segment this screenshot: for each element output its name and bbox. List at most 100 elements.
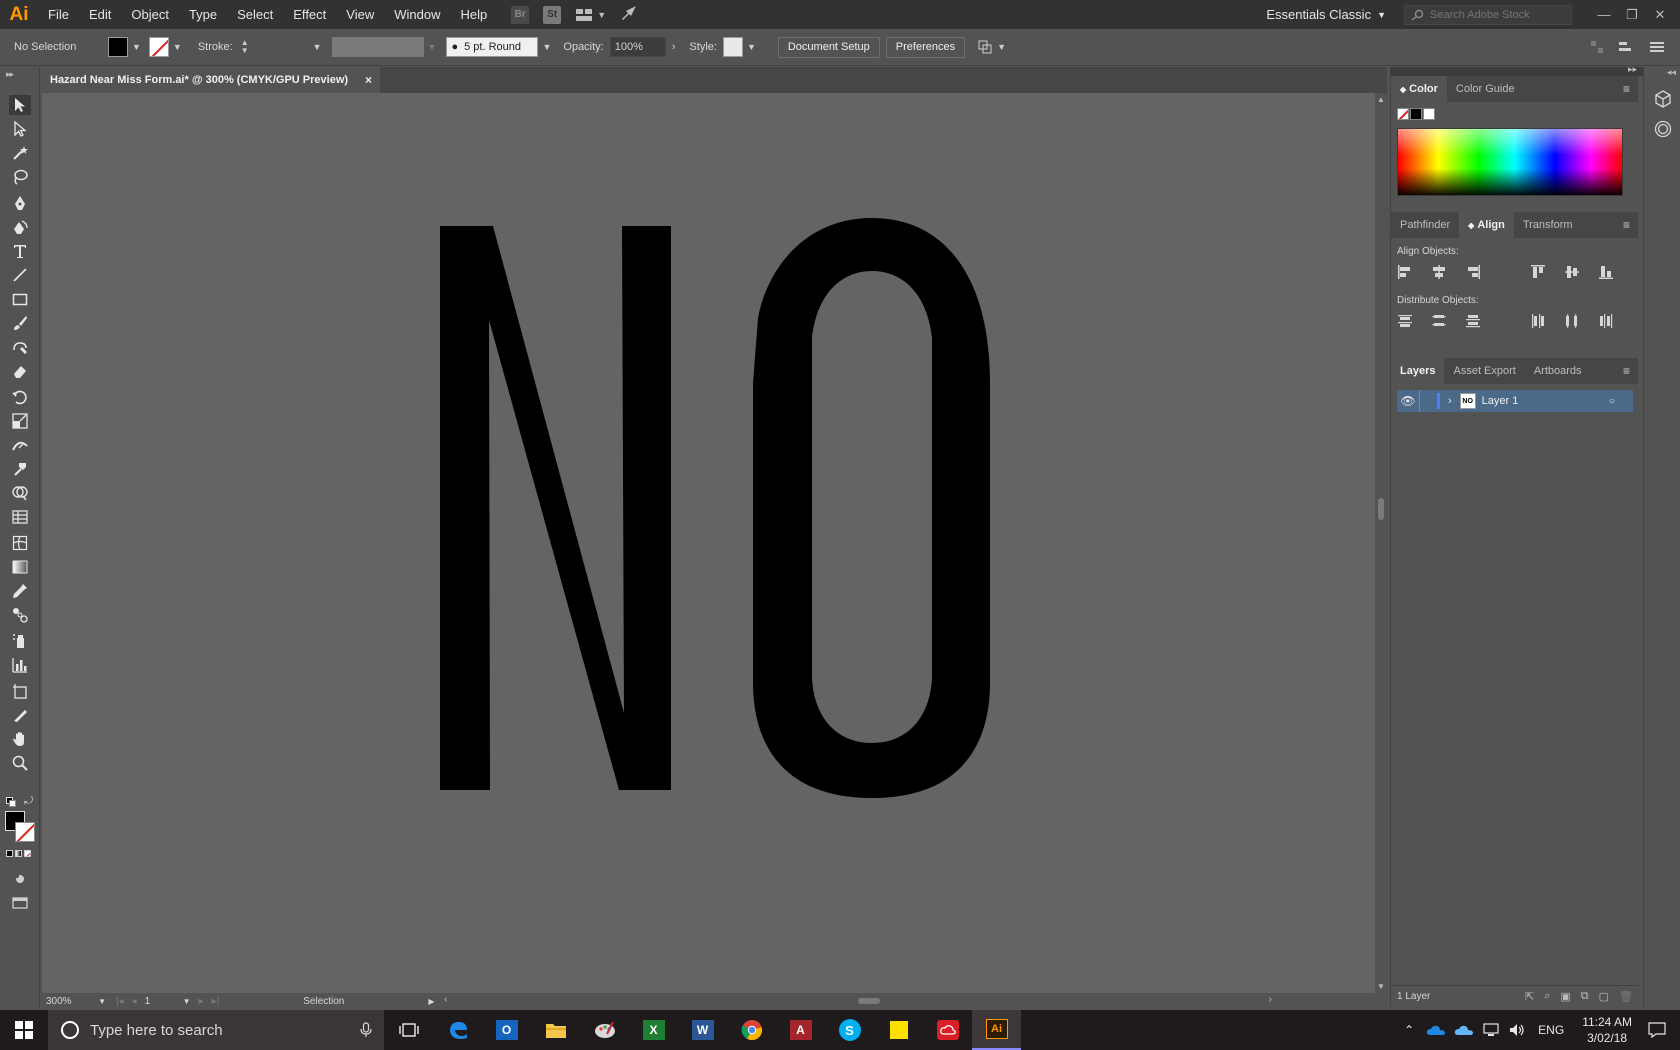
stroke-weight-stepper[interactable]: ▲ ▼ (241, 39, 249, 55)
chevron-right-icon[interactable]: › (672, 41, 676, 53)
black-swatch[interactable] (1410, 108, 1422, 120)
rotate-tool-icon[interactable] (9, 387, 31, 407)
align-to-icon[interactable] (1618, 40, 1636, 54)
line-segment-tool-icon[interactable] (9, 265, 31, 285)
creative-cloud-app-icon[interactable] (923, 1010, 972, 1050)
paintbrush-tool-icon[interactable] (9, 313, 31, 333)
collapse-strip-icon[interactable]: ◂◂ (1644, 67, 1680, 78)
onedrive-icon[interactable] (1426, 1024, 1446, 1036)
direct-selection-tool-icon[interactable] (9, 119, 31, 139)
document-tab[interactable]: Hazard Near Miss Form.ai* @ 300% (CMYK/G… (42, 67, 380, 93)
menu-edit[interactable]: Edit (79, 0, 121, 29)
arrange-documents-icon[interactable]: ▼ (575, 8, 606, 22)
menu-help[interactable]: Help (450, 0, 497, 29)
status-menu-arrow[interactable]: ▶ (428, 997, 434, 1006)
shape-builder-tool-icon[interactable] (9, 483, 31, 503)
access-icon[interactable]: A (776, 1010, 825, 1050)
align-right-icon[interactable] (1465, 263, 1481, 281)
brush-definition[interactable]: ● 5 pt. Round (446, 37, 539, 57)
task-view-icon[interactable] (384, 1010, 433, 1050)
distribute-horizontal-center-icon[interactable] (1564, 312, 1580, 330)
volume-icon[interactable] (1508, 1023, 1526, 1037)
width-tool-icon[interactable] (9, 435, 31, 455)
panel-menu-icon[interactable] (1650, 41, 1664, 53)
shaper-tool-icon[interactable] (9, 337, 31, 357)
tab-align[interactable]: ◆ Align (1459, 212, 1514, 238)
zoom-tool-icon[interactable] (9, 753, 31, 773)
restore-button[interactable]: ❐ (1618, 7, 1646, 23)
chevron-down-icon[interactable]: ▼ (183, 997, 191, 1006)
magic-wand-tool-icon[interactable] (9, 143, 31, 163)
chrome-icon[interactable] (727, 1010, 776, 1050)
align-bottom-icon[interactable] (1598, 263, 1614, 281)
chevron-down-icon[interactable]: ▼ (542, 42, 551, 52)
scroll-thumb[interactable] (1378, 498, 1384, 520)
rectangle-tool-icon[interactable] (9, 289, 31, 309)
eye-icon[interactable]: 👁 (1397, 394, 1419, 408)
none-swatch[interactable] (1397, 108, 1409, 120)
paint-icon[interactable] (580, 1010, 629, 1050)
chevron-down-icon[interactable]: ▼ (747, 42, 756, 52)
panel-menu-icon[interactable]: ≡ (1623, 218, 1630, 232)
eraser-tool-icon[interactable] (9, 361, 31, 381)
distribute-vertical-center-icon[interactable] (1431, 312, 1447, 330)
gradient-tool-icon[interactable] (9, 557, 31, 577)
hand-tool-icon[interactable] (9, 729, 31, 749)
swap-fill-stroke-icon[interactable]: ⤾ (24, 795, 33, 808)
lock-toggle[interactable] (1419, 390, 1437, 412)
puppet-warp-tool-icon[interactable] (9, 459, 31, 479)
selection-tool-icon[interactable] (9, 95, 31, 115)
artboard-tool-icon[interactable] (9, 681, 31, 701)
expand-chevron-icon[interactable]: › (1448, 395, 1452, 407)
menu-type[interactable]: Type (179, 0, 227, 29)
menu-effect[interactable]: Effect (283, 0, 336, 29)
opacity-field[interactable]: 100% (609, 37, 666, 57)
onedrive-business-icon[interactable] (1454, 1024, 1474, 1036)
eyedropper-tool-icon[interactable] (9, 581, 31, 601)
workspace-switcher[interactable]: Essentials Classic ▼ (1266, 7, 1404, 22)
sticky-notes-icon[interactable] (874, 1010, 923, 1050)
collect-for-export-icon[interactable]: ⇱ (1525, 990, 1534, 1003)
close-document-button[interactable]: × (365, 73, 372, 87)
scale-tool-icon[interactable] (9, 411, 31, 431)
align-vertical-center-icon[interactable] (1564, 263, 1580, 281)
zoom-field[interactable]: 300% ▼ (42, 996, 106, 1007)
menu-select[interactable]: Select (227, 0, 283, 29)
tab-color-guide[interactable]: Color Guide (1447, 76, 1524, 102)
isolate-icon[interactable] (1590, 40, 1604, 54)
menu-file[interactable]: File (38, 0, 79, 29)
document-setup-button[interactable]: Document Setup (777, 36, 880, 58)
panel-menu-icon[interactable]: ≡ (1623, 82, 1630, 96)
graphic-style-swatch[interactable] (722, 37, 743, 57)
clock[interactable]: 11:24 AM 3/02/18 (1572, 1014, 1642, 1046)
previous-artboard-button[interactable]: ◂ (132, 996, 137, 1007)
screen-mode-icon[interactable] (9, 893, 31, 913)
tab-color[interactable]: ◆ Color (1391, 76, 1447, 102)
tab-asset-export[interactable]: Asset Export (1444, 358, 1524, 384)
stock-search[interactable] (1404, 4, 1572, 25)
color-spectrum[interactable] (1397, 128, 1623, 196)
collapse-panel-icon[interactable]: ▸▸ (0, 67, 39, 82)
taskbar-search[interactable]: Type here to search (48, 1010, 384, 1050)
outlook-icon[interactable]: O (482, 1010, 531, 1050)
align-left-icon[interactable] (1397, 263, 1413, 281)
type-tool-icon[interactable] (9, 241, 31, 261)
menu-window[interactable]: Window (384, 0, 450, 29)
color-mode-buttons[interactable] (6, 850, 31, 857)
minimize-button[interactable]: — (1590, 7, 1618, 22)
perspective-grid-tool-icon[interactable] (9, 507, 31, 527)
gpu-performance-icon[interactable] (620, 5, 638, 24)
preferences-button[interactable]: Preferences (885, 36, 966, 58)
variable-width-profile[interactable] (331, 37, 424, 57)
word-icon[interactable]: W (678, 1010, 727, 1050)
layer-name[interactable]: Layer 1 (1482, 395, 1519, 407)
mesh-tool-icon[interactable] (9, 533, 31, 553)
clipping-mask-icon[interactable]: ▣ (1560, 990, 1570, 1003)
stroke-swatch[interactable] (148, 37, 169, 57)
default-fill-stroke-icon[interactable] (6, 797, 16, 807)
new-layer-icon[interactable]: ▢ (1599, 990, 1609, 1003)
distribute-right-icon[interactable] (1598, 312, 1614, 330)
excel-icon[interactable]: X (629, 1010, 678, 1050)
last-artboard-button[interactable]: ▸| (212, 996, 220, 1007)
panel-menu-icon[interactable]: ≡ (1623, 364, 1630, 378)
